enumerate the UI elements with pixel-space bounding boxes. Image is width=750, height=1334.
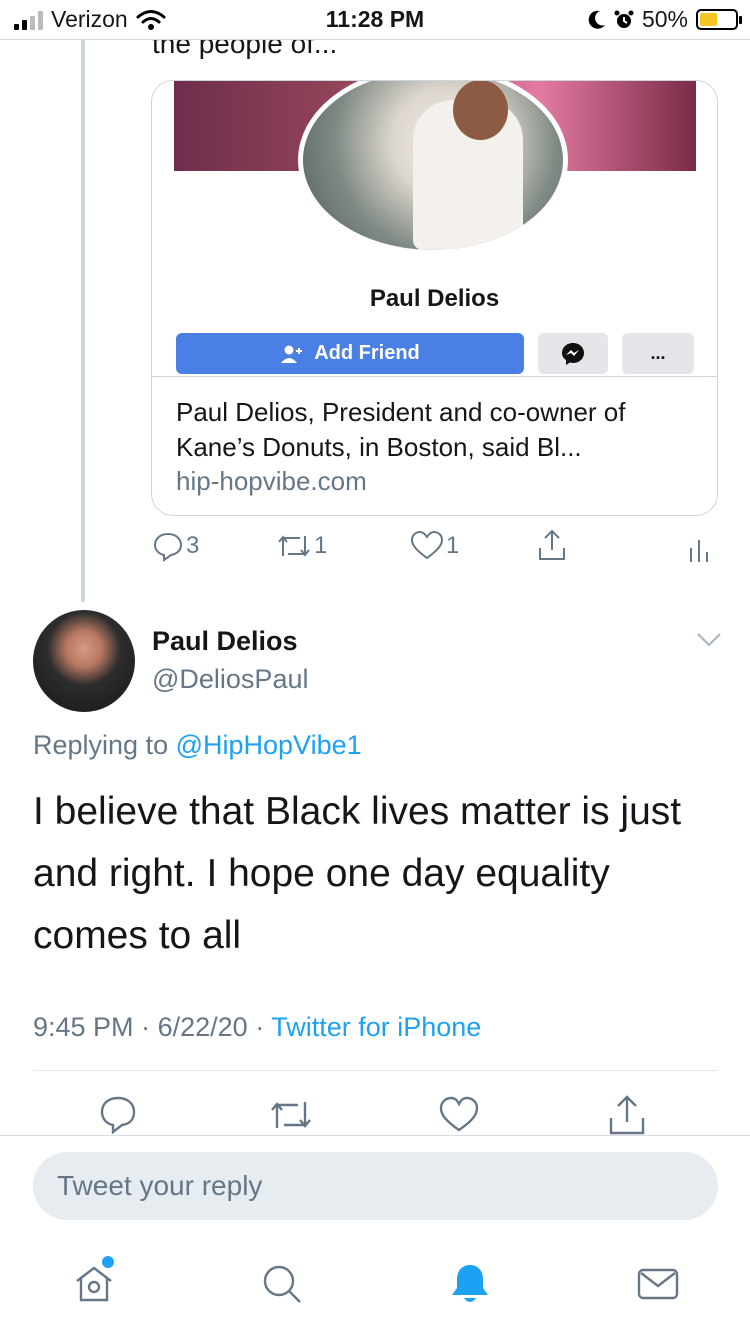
reply-input[interactable]: Tweet your reply [33, 1152, 718, 1220]
link-title: Paul Delios, President and co-owner of K… [176, 397, 626, 462]
tweet-source-link[interactable]: Twitter for iPhone [271, 1012, 481, 1042]
status-right: 50% [588, 6, 742, 33]
home-icon [76, 1266, 112, 1302]
tab-home[interactable] [72, 1256, 116, 1311]
divider [0, 1135, 750, 1136]
reply-icon [153, 532, 183, 562]
replying-prefix: Replying to [33, 730, 169, 760]
tweet-time: 9:45 PM [33, 1012, 134, 1042]
status-bar: Verizon 11:28 PM 50% [0, 0, 750, 40]
retweet-button[interactable] [268, 1096, 314, 1139]
messenger-button [538, 333, 608, 374]
profile-photo [298, 81, 568, 255]
reply-button[interactable] [98, 1094, 138, 1139]
tab-notifications[interactable] [448, 1262, 492, 1311]
like-action[interactable]: 1 [410, 530, 459, 562]
card-divider [152, 376, 717, 377]
heart-icon [410, 530, 444, 560]
tweet-actions [0, 1094, 750, 1138]
tweet-text: I believe that Black lives matter is jus… [33, 790, 682, 957]
retweet-count: 1 [314, 532, 328, 559]
add-friend-button: Add Friend [176, 333, 524, 374]
notifications-icon [452, 1265, 488, 1302]
tweet-meta: 9:45 PM · 6/22/20 · Twitter for iPhone [33, 1012, 481, 1043]
fb-profile-name: Paul Delios [369, 285, 500, 312]
link-card[interactable]: Paul Delios Add Friend ... Paul Delios, … [151, 80, 718, 516]
more-options-button: ... [622, 333, 694, 374]
messages-icon [637, 1268, 679, 1300]
replying-to: Replying to @HipHopVibe1 [33, 730, 362, 761]
alarm-icon [614, 10, 634, 28]
search-icon [263, 1265, 301, 1303]
tab-bar [0, 1248, 750, 1328]
tweet-date: 6/22/20 [157, 1012, 248, 1042]
share-button[interactable] [606, 1094, 648, 1141]
like-button[interactable] [438, 1096, 480, 1139]
meta-separator: · [255, 1012, 265, 1042]
reply-action[interactable]: 3 [152, 530, 199, 562]
retweet-icon [278, 535, 310, 557]
moon-icon [588, 10, 605, 29]
thread-line [81, 40, 85, 602]
battery-icon [696, 9, 742, 30]
add-friend-label: Add Friend [314, 342, 420, 364]
new-content-dot [102, 1256, 114, 1268]
retweet-action[interactable]: 1 [276, 530, 327, 562]
analytics-icon [690, 540, 708, 562]
replying-to-link[interactable]: @HipHopVibe1 [176, 730, 362, 760]
analytics-action[interactable] [688, 534, 710, 564]
like-count: 1 [446, 532, 460, 559]
previous-tweet-actions: 3 1 1 [152, 528, 722, 570]
chevron-down-icon[interactable] [696, 632, 722, 648]
link-domain: hip-hopvibe.com [176, 466, 367, 496]
messenger-icon [562, 342, 584, 365]
display-name[interactable]: Paul Delios [152, 626, 298, 657]
tab-search[interactable] [260, 1262, 304, 1311]
share-action[interactable] [536, 528, 568, 562]
avatar[interactable] [33, 610, 135, 712]
meta-separator: · [141, 1012, 151, 1042]
reply-count: 3 [186, 532, 200, 559]
share-icon [609, 1095, 645, 1135]
add-friend-icon [281, 345, 303, 363]
reply-icon [100, 1096, 136, 1135]
tab-messages[interactable] [636, 1262, 680, 1311]
heart-icon [439, 1096, 479, 1132]
retweet-icon [271, 1102, 311, 1128]
divider [33, 1070, 717, 1071]
user-handle[interactable]: @DeliosPaul [152, 664, 308, 695]
battery-percent: 50% [641, 6, 688, 32]
share-icon [539, 529, 565, 560]
